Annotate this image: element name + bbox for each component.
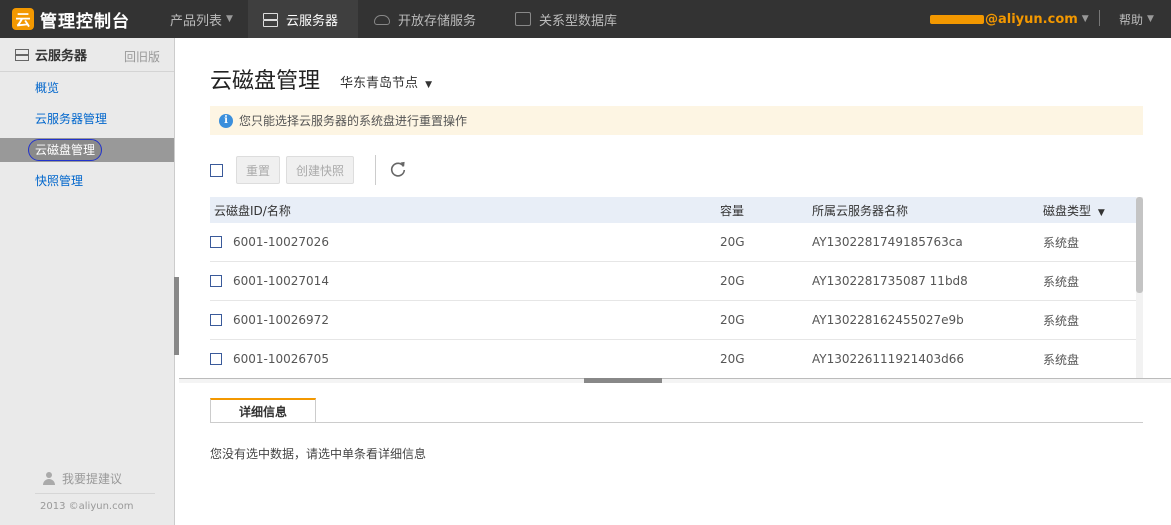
column-header-type[interactable]: 磁盘类型 ▼ xyxy=(1043,202,1136,219)
row-checkbox[interactable] xyxy=(210,275,222,287)
detail-empty-message: 您没有选中数据，请选中单条看详细信息 xyxy=(210,447,427,461)
divider xyxy=(210,422,1143,423)
nav-products-label: 产品列表 xyxy=(170,13,223,29)
cell-server: AY130226111921403d66 xyxy=(812,352,965,366)
nav-ecs-tab[interactable]: 云服务器 xyxy=(248,0,358,38)
table-header: 云磁盘ID/名称 容量 所属云服务器名称 磁盘类型 ▼ xyxy=(210,197,1136,223)
cell-capacity: 20G xyxy=(720,313,745,327)
copyright: 2013 ©aliyun.com xyxy=(40,501,134,512)
cell-id: 6001-10026972 xyxy=(210,313,720,327)
region-selector[interactable]: 华东青岛节点 ▼ xyxy=(340,72,432,91)
chevron-down-icon: ▼ xyxy=(1147,14,1154,24)
sidebar-item-ecs-management[interactable]: 云服务器管理 xyxy=(0,107,174,131)
sidebar: 云服务器 回旧版 概览 云服务器管理 云磁盘管理 快照管理 我要提建议 2013… xyxy=(0,38,175,525)
console-logo[interactable]: 云 管理控制台 xyxy=(12,7,130,32)
select-all-checkbox[interactable] xyxy=(210,164,223,177)
region-label: 华东青岛节点 xyxy=(340,76,419,91)
column-header-capacity: 容量 xyxy=(720,203,745,218)
sidebar-item-disk-management[interactable]: 云磁盘管理 xyxy=(0,138,174,162)
cell-server: AY130228162455027e9b xyxy=(812,313,964,327)
nav-oss-label: 开放存储服务 xyxy=(398,13,477,29)
row-checkbox[interactable] xyxy=(210,314,222,326)
splitter-handle[interactable] xyxy=(584,378,662,383)
help-label: 帮助 xyxy=(1119,12,1144,27)
info-icon: i xyxy=(219,113,233,128)
sidebar-item-label: 云磁盘管理 xyxy=(28,139,103,161)
feedback-label: 我要提建议 xyxy=(62,472,123,486)
server-icon xyxy=(14,48,30,61)
sidebar-collapse-handle[interactable] xyxy=(174,277,179,355)
disk-id: 6001-10027026 xyxy=(233,235,329,249)
reset-button[interactable]: 重置 xyxy=(236,156,280,184)
logo-text: 管理控制台 xyxy=(40,11,130,32)
cell-type: 系统盘 xyxy=(1043,235,1080,250)
disk-id: 6001-10027014 xyxy=(233,274,329,288)
cell-id: 6001-10026705 xyxy=(210,352,720,366)
nav-oss-tab[interactable]: 开放存储服务 xyxy=(374,0,476,38)
divider xyxy=(375,155,376,185)
sidebar-title: 云服务器 xyxy=(35,49,88,64)
cell-capacity: 20G xyxy=(720,235,745,249)
cloud-storage-icon xyxy=(374,15,390,25)
cell-server: AY1302281749185763ca xyxy=(812,235,963,249)
scrollbar-thumb[interactable] xyxy=(1136,197,1143,293)
refresh-icon[interactable] xyxy=(389,160,407,178)
user-account-menu[interactable]: @aliyun.com ▼ xyxy=(930,0,1089,38)
server-icon xyxy=(262,12,278,27)
disk-id: 6001-10026705 xyxy=(233,352,329,366)
page-title: 云磁盘管理 xyxy=(210,69,321,94)
database-icon xyxy=(515,12,531,26)
disk-id: 6001-10026972 xyxy=(233,313,329,327)
table-row[interactable]: 6001-10026972 20G AY130228162455027e9b 系… xyxy=(210,301,1136,340)
cell-capacity: 20G xyxy=(720,274,745,288)
nav-products-menu[interactable]: 产品列表 ▼ xyxy=(170,0,233,38)
redacted-username xyxy=(930,14,984,24)
table-row[interactable]: 6001-10027014 20G AY1302281735087 11bd8 … xyxy=(210,262,1136,301)
table-row[interactable]: 6001-10027026 20G AY1302281749185763ca 系… xyxy=(210,223,1136,262)
divider xyxy=(1099,10,1100,26)
nav-ecs-label: 云服务器 xyxy=(286,13,339,29)
nav-rds-tab[interactable]: 关系型数据库 xyxy=(515,0,617,38)
column-header-server: 所属云服务器名称 xyxy=(812,203,909,218)
cell-type: 系统盘 xyxy=(1043,352,1080,367)
divider xyxy=(35,493,155,494)
sidebar-item-snapshot-management[interactable]: 快照管理 xyxy=(0,169,174,193)
nav-rds-label: 关系型数据库 xyxy=(539,13,618,29)
top-navigation-bar: 云 管理控制台 产品列表 ▼ 云服务器 开放存储服务 关系型数据库 @aliyu… xyxy=(0,0,1171,38)
chevron-down-icon: ▼ xyxy=(1097,207,1105,218)
cell-id: 6001-10027026 xyxy=(210,235,720,249)
column-header-id: 云磁盘ID/名称 xyxy=(214,203,291,218)
old-version-link[interactable]: 回旧版 xyxy=(124,48,160,65)
help-menu[interactable]: 帮助 ▼ xyxy=(1119,0,1154,38)
sidebar-header: 云服务器 回旧版 xyxy=(0,38,174,72)
sidebar-item-overview[interactable]: 概览 xyxy=(0,76,174,100)
panel-splitter[interactable] xyxy=(179,378,1171,383)
chevron-down-icon: ▼ xyxy=(1081,14,1089,24)
column-header-type-label: 磁盘类型 xyxy=(1043,203,1092,218)
disk-table: 云磁盘ID/名称 容量 所属云服务器名称 磁盘类型 ▼ 6001-1002702… xyxy=(210,197,1136,379)
info-notice: i 您只能选择云服务器的系统盘进行重置操作 xyxy=(210,106,1143,135)
create-snapshot-button[interactable]: 创建快照 xyxy=(286,156,354,184)
table-row[interactable]: 6001-10026705 20G AY130226111921403d66 系… xyxy=(210,340,1136,379)
cell-type: 系统盘 xyxy=(1043,313,1080,328)
tab-details[interactable]: 详细信息 xyxy=(210,398,316,423)
person-icon xyxy=(42,471,56,486)
chevron-down-icon: ▼ xyxy=(425,80,433,90)
aliyun-logo-icon: 云 xyxy=(12,8,34,30)
cell-server: AY1302281735087 11bd8 xyxy=(812,274,968,288)
row-checkbox[interactable] xyxy=(210,353,222,365)
cell-id: 6001-10027014 xyxy=(210,274,720,288)
notice-text: 您只能选择云服务器的系统盘进行重置操作 xyxy=(239,114,468,128)
user-email: @aliyun.com xyxy=(985,11,1078,27)
cell-type: 系统盘 xyxy=(1043,274,1080,289)
cell-capacity: 20G xyxy=(720,352,745,366)
row-checkbox[interactable] xyxy=(210,236,222,248)
chevron-down-icon: ▼ xyxy=(226,14,233,24)
table-scrollbar[interactable] xyxy=(1136,197,1143,378)
feedback-link[interactable]: 我要提建议 xyxy=(42,470,122,487)
